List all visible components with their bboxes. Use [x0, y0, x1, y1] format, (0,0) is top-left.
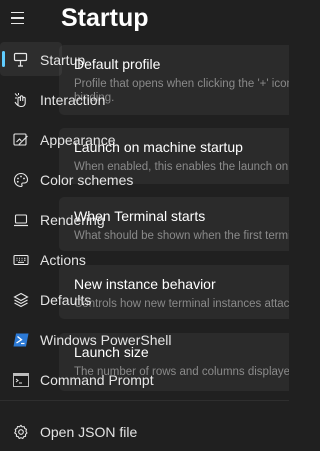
open-json-file-label: Open JSON file — [40, 424, 138, 440]
nav-item-label: Command Prompt — [40, 372, 154, 388]
nav-item-interaction[interactable]: Interaction — [0, 82, 160, 116]
page-title: Startup — [61, 4, 149, 32]
nav-item-label: Color schemes — [40, 172, 134, 188]
nav-item-label: Actions — [40, 252, 86, 268]
nav-item-windows-powershell[interactable]: Windows PowerShell — [0, 322, 172, 356]
nav-item-command-prompt[interactable]: Command Prompt — [0, 362, 160, 396]
nav-item-label: Startup — [40, 52, 86, 68]
nav-divider — [0, 400, 289, 401]
nav-item-appearance[interactable]: Appearance — [0, 122, 160, 156]
laptop-icon — [12, 211, 29, 228]
nav-item-label: Defaults — [40, 292, 92, 308]
gear-icon — [12, 423, 29, 440]
nav-item-color-schemes[interactable]: Color schemes — [0, 162, 160, 196]
hamburger-icon[interactable] — [8, 6, 32, 30]
nav-item-label: Appearance — [40, 132, 116, 148]
open-json-file-button[interactable]: Open JSON file — [0, 414, 160, 448]
nav-item-label: Windows PowerShell — [40, 332, 172, 348]
settings-window: Default profile Profile that opens when … — [0, 0, 289, 451]
startup-icon — [12, 51, 29, 68]
palette-icon — [12, 171, 29, 188]
nav-item-label: Rendering — [40, 212, 105, 228]
layers-icon — [12, 291, 29, 308]
powershell-icon — [12, 331, 29, 348]
nav-item-actions[interactable]: Actions — [0, 242, 160, 276]
nav-item-rendering[interactable]: Rendering — [0, 202, 160, 236]
nav-item-label: Interaction — [40, 92, 106, 108]
nav-item-startup[interactable]: Startup — [0, 42, 160, 76]
interaction-icon — [12, 91, 29, 108]
nav-item-defaults[interactable]: Defaults — [0, 282, 160, 316]
keyboard-icon — [12, 251, 29, 268]
cmd-icon — [12, 371, 29, 388]
appearance-icon — [12, 131, 29, 148]
